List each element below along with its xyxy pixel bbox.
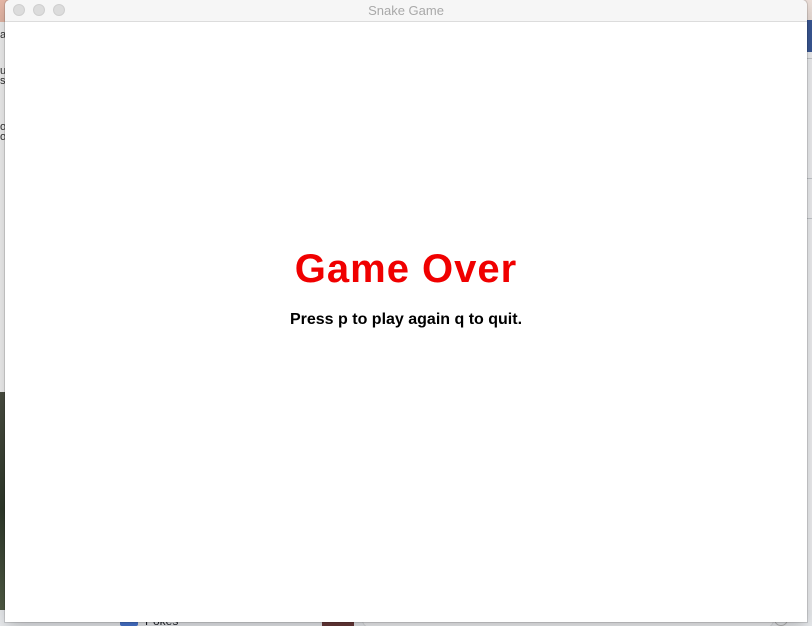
title-bar[interactable]: Snake Game [5, 0, 807, 22]
game-over-heading: Game Over [294, 247, 518, 291]
game-instructions: Press p to play again q to quit. [289, 311, 523, 328]
game-canvas[interactable]: Game Over Press p to play again q to qui… [5, 22, 807, 622]
snake-game-window: Snake Game Game Over Press p to play aga… [5, 0, 807, 622]
window-title: Snake Game [368, 3, 444, 18]
